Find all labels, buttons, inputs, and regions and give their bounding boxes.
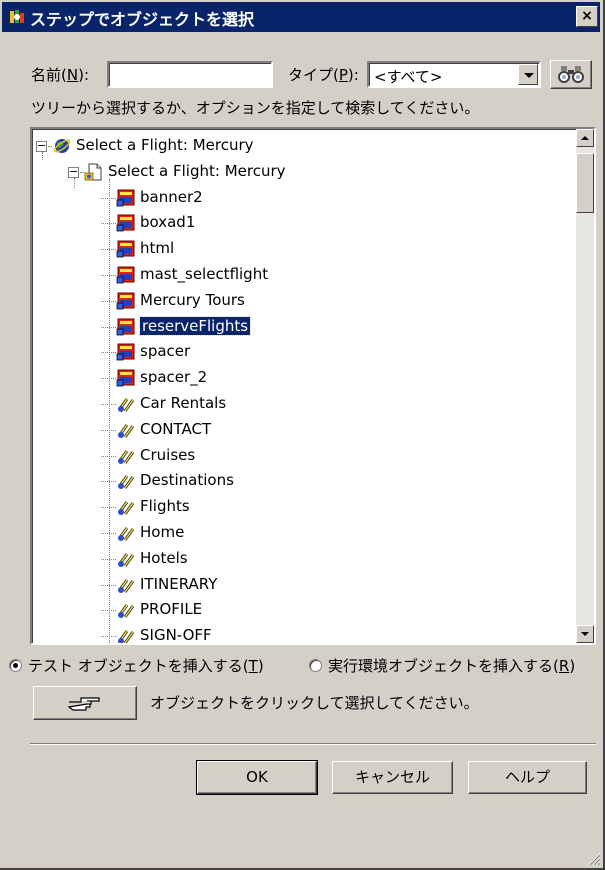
tree-item-label: Flights (140, 497, 190, 516)
type-select-value: <すべて> (374, 68, 443, 86)
tree-item[interactable]: boxad1 (32, 210, 572, 236)
link-icon (117, 398, 135, 412)
separator (30, 743, 596, 745)
tree-item-label: CONTACT (140, 419, 212, 438)
type-hotkey: P (338, 66, 348, 84)
name-hotkey: N (66, 66, 79, 84)
tree-item-label: banner2 (140, 187, 203, 206)
select-object-dialog: ステップでオブジェクトを選択 × 名前(N): タイプ(P): <すべて> ツリ… (0, 0, 605, 870)
tree-root[interactable]: − Select a Flight: Mercury (32, 133, 572, 159)
tree-item[interactable]: Flights (32, 494, 572, 520)
link-icon (117, 630, 135, 643)
scroll-down-button[interactable] (576, 625, 594, 643)
tree-item[interactable]: Destinations (32, 468, 572, 494)
tree-item[interactable]: PROFILE (32, 597, 572, 623)
tree-item[interactable]: html (32, 236, 572, 262)
link-icon (117, 552, 135, 567)
scroll-thumb[interactable] (576, 153, 594, 213)
image-icon (116, 292, 135, 310)
test-object-label[interactable]: テスト オブジェクトを挿入する(T) (28, 655, 264, 676)
link-icon (117, 578, 135, 593)
help-button[interactable]: ヘルプ (468, 761, 587, 794)
tree-item-label: spacer (140, 342, 191, 361)
dialog-title: ステップでオブジェクトを選択 (30, 10, 255, 29)
type-label: タイプ(P): (288, 66, 359, 84)
cancel-button[interactable]: キャンセル (332, 761, 453, 794)
tree-item-label: Hotels (140, 548, 188, 567)
tree-item-selected[interactable]: reserveFlights (32, 314, 572, 340)
title-bar: ステップでオブジェクトを選択 × (2, 2, 600, 32)
tree-item-label: html (140, 239, 175, 258)
tree-scrollbar[interactable] (576, 129, 594, 643)
tree-item[interactable]: Cruises (32, 443, 572, 469)
app-icon (10, 10, 24, 23)
link-icon (117, 501, 135, 516)
pointing-hand-icon (67, 697, 100, 711)
tree-item-label: Select a Flight: Mercury (76, 136, 254, 154)
tree-item[interactable]: spacer (32, 339, 572, 365)
name-input[interactable] (107, 61, 273, 88)
link-icon (117, 423, 135, 438)
tree-item-label: PROFILE (140, 600, 203, 619)
tree-item-label: mast_selectflight (140, 265, 269, 283)
image-icon (116, 266, 135, 284)
tree-item-label: Home (140, 523, 185, 541)
link-icon (117, 475, 135, 490)
globe-icon (53, 139, 71, 153)
tree-item-label: Destinations (140, 471, 234, 490)
tree-item[interactable]: Mercury Tours (32, 288, 572, 314)
collapse-icon[interactable]: − (68, 166, 79, 178)
image-icon (116, 369, 135, 387)
runtime-object-radio[interactable] (309, 659, 322, 672)
tree-item-label: reserveFlights (138, 315, 252, 336)
tree-item[interactable]: SIGN-OFF (32, 623, 572, 645)
tree-item-label: SIGN-OFF (140, 626, 212, 645)
tree-item[interactable]: CONTACT (32, 417, 572, 443)
test-object-radio[interactable] (9, 659, 22, 672)
image-icon (116, 214, 135, 232)
tree-page[interactable]: − Select a Flight: Mercury (32, 159, 572, 185)
link-icon (117, 527, 135, 541)
tree-item[interactable]: banner2 (32, 185, 572, 211)
link-icon (117, 604, 135, 619)
collapse-icon[interactable]: − (36, 140, 47, 152)
tree-item-label: Select a Flight: Mercury (108, 161, 286, 180)
pointer-hint: オブジェクトをクリックして選択してください。 (150, 694, 479, 712)
image-icon (116, 240, 135, 258)
tree-item-label: Cruises (140, 445, 196, 464)
tree-item-label: Mercury Tours (140, 290, 245, 309)
tree-item[interactable]: ITINERARY (32, 572, 572, 598)
image-icon (116, 189, 135, 206)
tree-item-label: boxad1 (140, 213, 196, 232)
tree-item-label: ITINERARY (140, 574, 218, 593)
binoculars-icon (558, 66, 584, 83)
resize-grip-icon[interactable] (587, 852, 601, 866)
type-select[interactable]: <すべて> (367, 61, 541, 88)
image-icon (116, 318, 135, 335)
close-icon: × (581, 8, 593, 24)
page-icon (84, 163, 102, 181)
image-icon (116, 343, 135, 361)
tree-item[interactable]: spacer_2 (32, 365, 572, 391)
tree-item[interactable]: Hotels (32, 546, 572, 572)
tree-item-label: spacer_2 (140, 368, 208, 387)
chevron-down-icon[interactable] (518, 64, 538, 85)
tree-item[interactable]: Home (32, 520, 572, 546)
name-label: 名前(N): (31, 66, 90, 84)
object-tree[interactable]: − Select a Flight: Mercury − Select a Fligh… (30, 127, 596, 645)
tree-item[interactable]: mast_selectflight (32, 262, 572, 288)
find-button[interactable] (550, 60, 592, 89)
link-icon (117, 449, 135, 464)
instruction-text: ツリーから選択するか、オプションを指定して検索してください。 (31, 99, 480, 117)
ok-button[interactable]: OK (196, 760, 318, 795)
tree-item-label: Car Rentals (140, 394, 227, 412)
tree-item[interactable]: Car Rentals (32, 391, 572, 417)
close-button[interactable]: × (576, 6, 598, 27)
runtime-object-label[interactable]: 実行環境オブジェクトを挿入する(R) (328, 655, 575, 676)
pointing-hand-button[interactable] (33, 686, 137, 720)
scroll-up-button[interactable] (576, 129, 594, 147)
